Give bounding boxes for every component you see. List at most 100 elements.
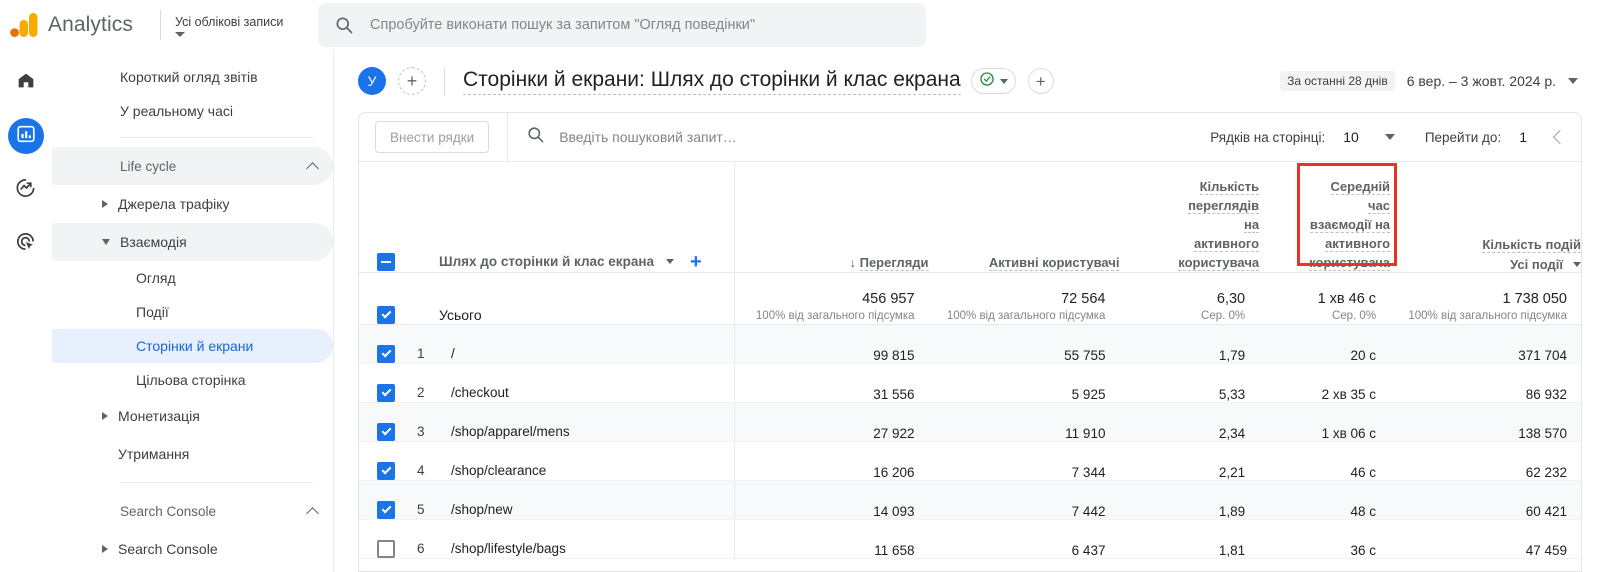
table-row[interactable]: 4 /shop/clearance 16 206 7 344 2,21 46 с… [359,441,1581,481]
search-icon [526,125,545,149]
metric-header-views[interactable]: ↓ Перегляди [733,162,929,272]
row-checkbox[interactable] [377,539,395,558]
add-comparison-button[interactable]: + [398,67,426,95]
date-range-value[interactable]: 6 вер. – 3 жовт. 2024 р. [1407,73,1556,89]
row-checkbox[interactable] [377,422,395,441]
table-row[interactable]: 3 /shop/apparel/mens 27 922 11 910 2,34 … [359,402,1581,442]
icon-rail [0,50,52,572]
table-row[interactable]: 6 /shop/lifestyle/bags 11 658 6 437 1,81… [359,519,1581,559]
metric-header-views-per-user[interactable]: Кількість переглядів на активного корист… [1119,162,1260,272]
global-search-input[interactable]: Спробуйте виконати пошук за запитом "Огл… [318,3,926,47]
row-index: 3 [417,424,425,439]
pagination-controls: Рядків на сторінці: 10 Перейти до: 1 [1210,129,1571,145]
metric-header-avg-engagement-time[interactable]: Середній час взаємодії на активного кори… [1259,162,1391,272]
brand-title: Analytics [48,13,133,36]
rail-item-home[interactable] [8,64,44,100]
rail-item-advertising[interactable] [8,226,44,262]
cell-value: 7 442 [1071,503,1106,519]
account-selector[interactable]: Усі облікові записи [175,13,283,37]
row-event-count-cell: 47 459 [1390,519,1581,559]
nav-group-engagement[interactable]: Взаємодія [52,223,333,261]
row-dimension-cell: 5 /shop/new [359,480,735,520]
row-checkbox[interactable] [377,461,395,480]
caret-down-icon[interactable] [666,259,674,264]
dimension-header-label[interactable]: Шлях до сторінки й клас екрана [439,254,654,269]
totals-row: Усього 456 957 100% від загального підсу… [359,271,1581,325]
cell-value: 27 922 [873,425,915,441]
nav-section-search-console[interactable]: Search Console [52,492,333,530]
row-active-users-cell: 11 910 [928,402,1120,442]
table-header-row: Шлях до сторінки й клас екрана + ↓ Перег… [359,162,1581,272]
metric-header-event-count[interactable]: Кількість подій Усі події [1390,162,1581,272]
metric-header-active-users[interactable]: Активні користувачі [929,162,1120,272]
metric-label-line: час [1368,197,1391,214]
row-page-path[interactable]: /shop/new [451,502,513,517]
metric-label-line: переглядів [1188,197,1260,214]
metric-label: Активні користувачі [988,254,1120,271]
event-filter-label: Усі події [1510,256,1563,272]
row-page-path[interactable]: /checkout [451,385,509,400]
status-badge[interactable] [970,68,1016,94]
row-checkbox[interactable] [377,500,395,519]
row-page-path[interactable]: / [451,346,455,361]
cell-value: 14 093 [873,503,915,519]
row-active-users-cell: 7 344 [928,441,1120,481]
reports-bar-chart-icon [15,123,37,150]
cell-value: 2,21 [1218,464,1246,480]
nav-section-life-cycle[interactable]: Life cycle [52,147,333,185]
caret-down-icon[interactable] [1384,134,1395,140]
sidebar-item-landing-page[interactable]: Цільова сторінка [52,363,333,397]
totals-checkbox[interactable] [377,305,395,324]
table-search-input[interactable]: Введіть пошуковий запит… [508,125,1210,149]
row-event-count-cell: 86 932 [1390,363,1581,403]
table-row[interactable]: 2 /checkout 31 556 5 925 5,33 2 хв 35 с … [359,363,1581,403]
nav-group-retention[interactable]: Утримання [52,435,333,473]
row-views-cell: 99 815 [733,324,929,364]
nav-group-acquisition[interactable]: Джерела трафіку [52,185,333,223]
sidebar-item-pages-and-screens[interactable]: Сторінки й екрани [52,329,333,363]
chevron-left-icon[interactable] [1552,129,1568,145]
metric-label: Кількість подій [1482,236,1581,253]
nav-group-label: Джерела трафіку [118,196,230,212]
global-search-placeholder: Спробуйте виконати пошук за запитом "Огл… [370,17,756,33]
comparison-avatar[interactable]: У [358,67,386,95]
row-checkbox[interactable] [377,383,395,402]
row-avg-engagement-cell: 1 хв 06 с [1259,402,1391,442]
rail-item-explore[interactable] [8,172,44,208]
table-row[interactable]: 1 / 99 815 55 755 1,79 20 с 371 704 [359,324,1581,364]
event-filter-selector[interactable]: Усі події [1390,257,1581,272]
brand-area[interactable]: Analytics [0,11,150,39]
caret-down-icon[interactable] [1568,78,1578,84]
row-avg-engagement-cell: 48 с [1259,480,1391,520]
rows-per-page-value[interactable]: 10 [1343,129,1359,145]
nav-divider [120,137,313,138]
go-to-page-value[interactable]: 1 [1519,129,1527,145]
row-checkbox[interactable] [377,344,395,363]
table-row[interactable]: 5 /shop/new 14 093 7 442 1,89 48 с 60 42… [359,480,1581,520]
row-avg-engagement-cell: 20 с [1259,324,1391,364]
select-all-checkbox[interactable] [377,252,395,271]
row-index: 5 [417,502,425,517]
nav-group-monetization[interactable]: Монетизація [52,397,333,435]
data-table-scroll[interactable]: Шлях до сторінки й клас екрана + ↓ Перег… [359,162,1581,571]
row-page-path[interactable]: /shop/clearance [451,463,546,478]
row-page-path[interactable]: /shop/apparel/mens [451,424,570,439]
cell-value: 62 232 [1525,464,1567,480]
plus-icon[interactable]: + [690,252,702,272]
rail-item-reports[interactable] [7,118,44,154]
nav-item-realtime[interactable]: У реальному часі [52,94,333,128]
caret-down-icon [1573,261,1581,267]
row-page-path[interactable]: /shop/lifestyle/bags [451,541,566,556]
page-title[interactable]: Сторінки й екрани: Шлях до сторінки й кл… [463,68,961,95]
caret-down-icon [102,239,110,245]
nav-item-reports-snapshot[interactable]: Короткий огляд звітів [52,60,333,94]
cell-value: 16 206 [873,464,915,480]
sidebar-item-events[interactable]: Події [52,295,333,329]
add-segment-button[interactable]: + [1027,68,1054,94]
nav-section-label: Life cycle [120,158,177,174]
nav-group-search-console[interactable]: Search Console [52,530,333,568]
google-analytics-logo [10,11,40,39]
row-avg-engagement-cell: 36 с [1259,519,1391,559]
insert-rows-button[interactable]: Внести рядки [375,121,490,153]
sidebar-item-overview[interactable]: Огляд [52,261,333,295]
